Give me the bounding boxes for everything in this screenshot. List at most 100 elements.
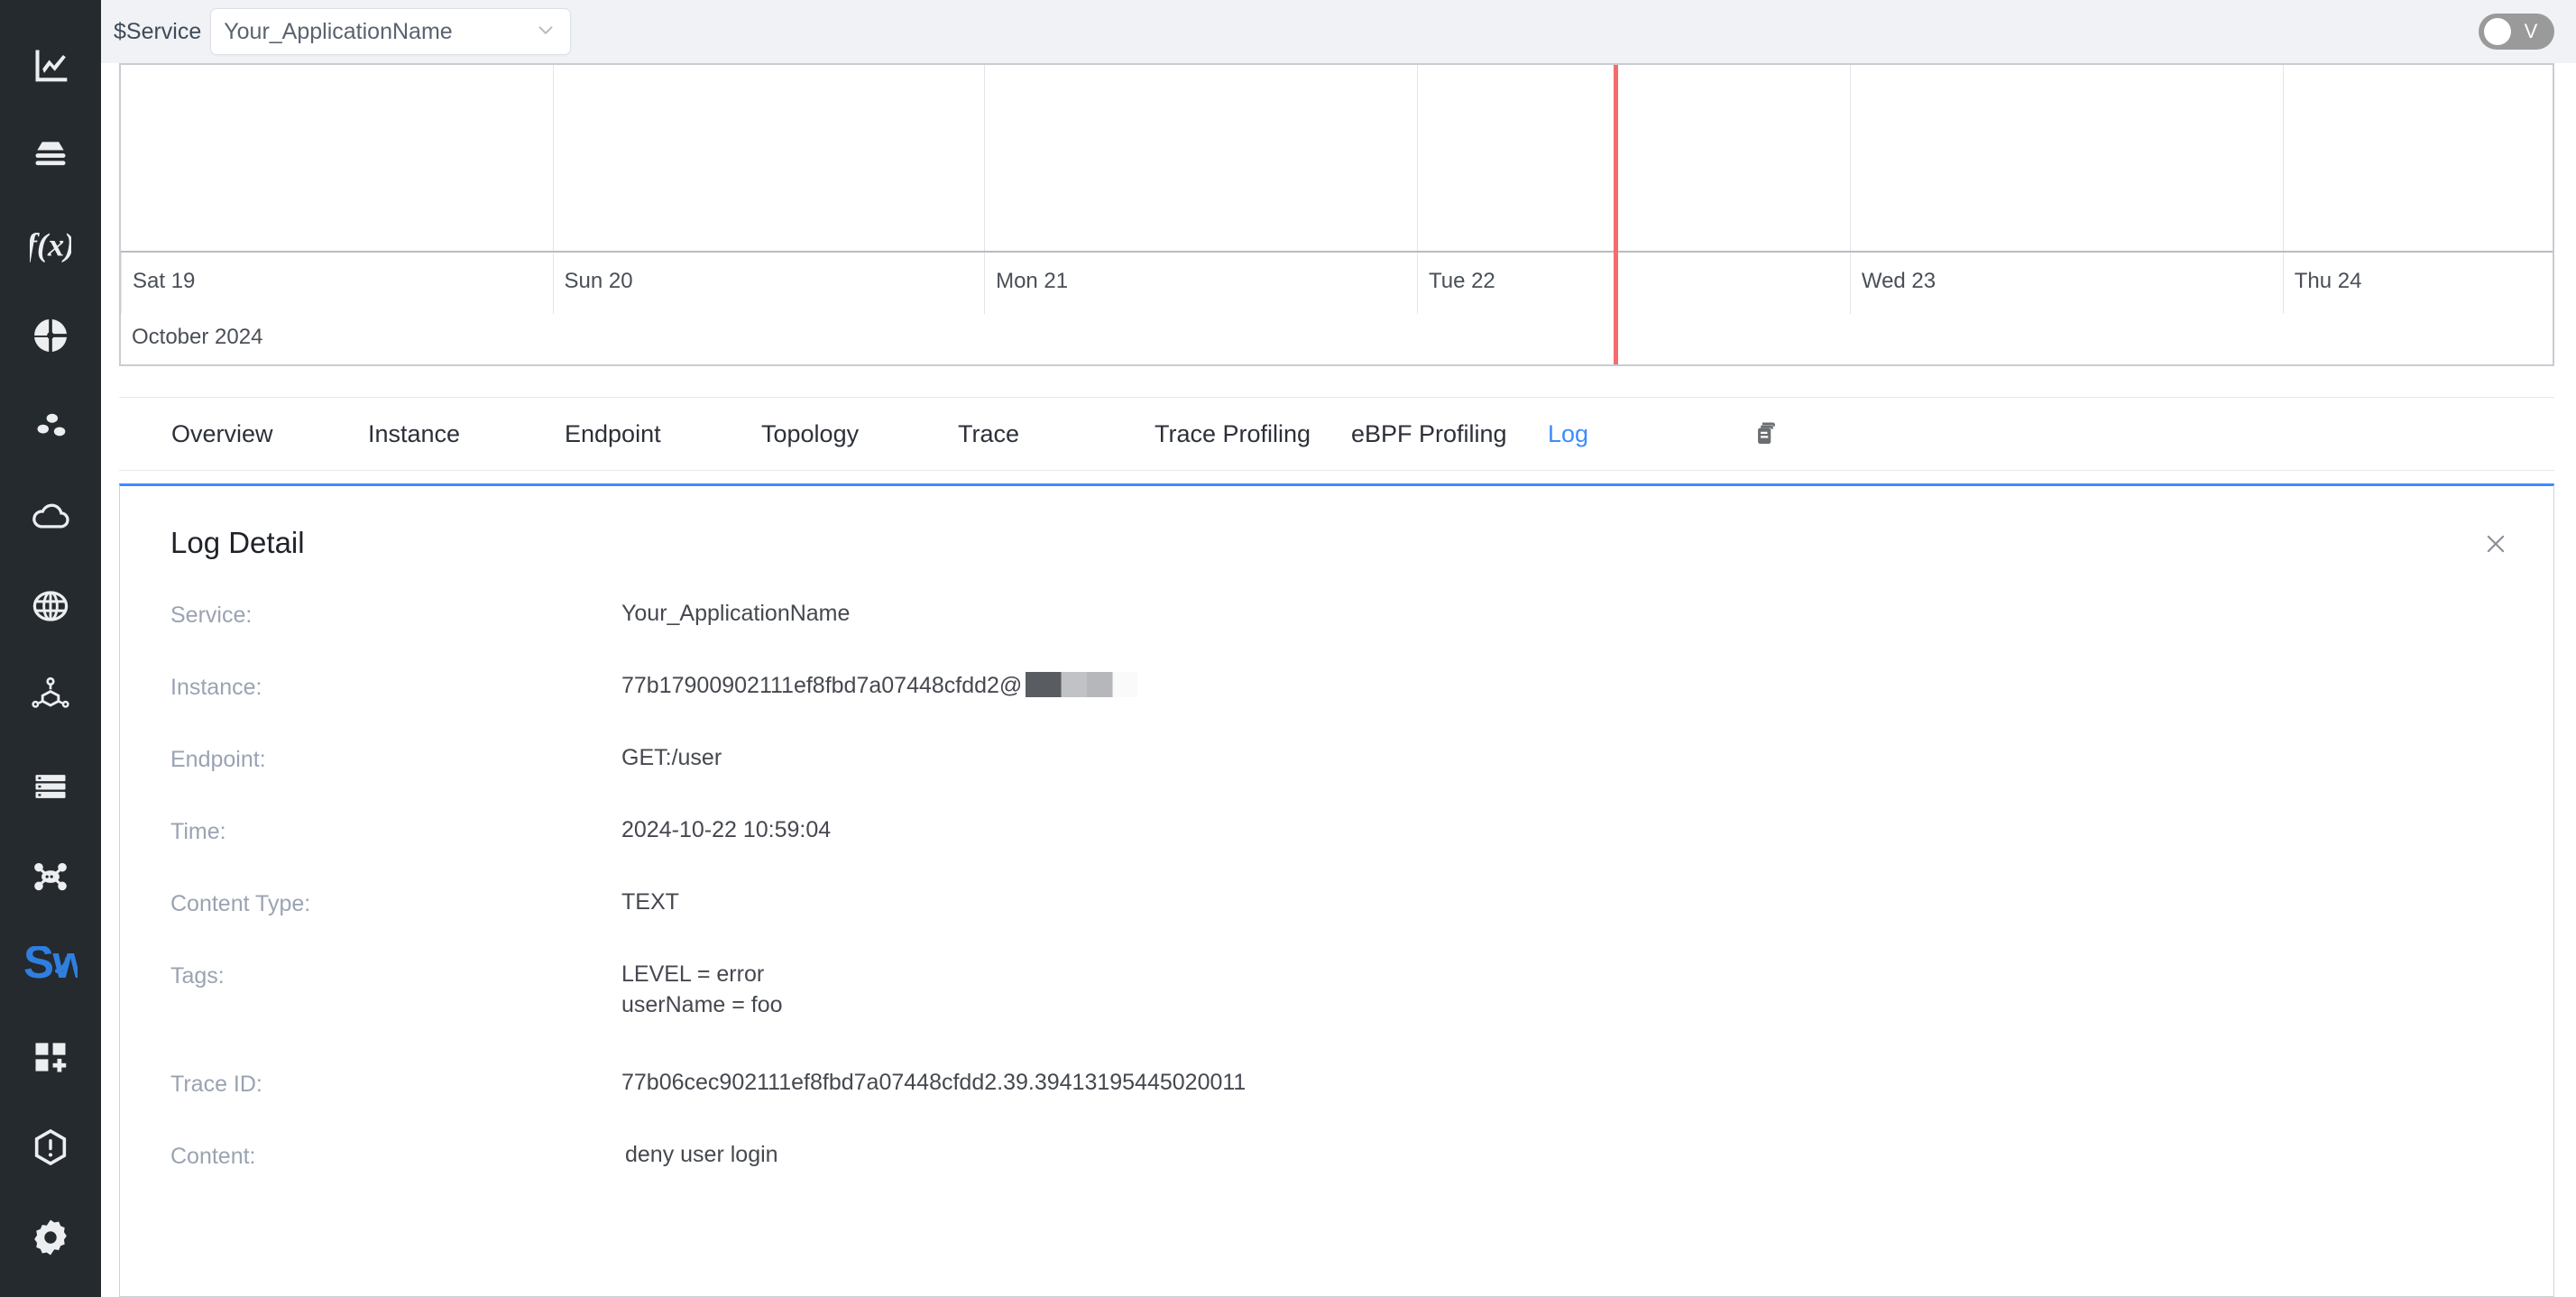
sidebar-item-alarm[interactable] (0, 1102, 101, 1192)
timeline-tick: Mon 21 (984, 253, 1068, 314)
field-value: deny user login (621, 1139, 2503, 1170)
table-row: Content Type:TEXT (170, 887, 2503, 959)
sidebar-item-database[interactable] (0, 110, 101, 200)
tab-ebpf-profiling[interactable]: eBPF Profiling (1351, 420, 1548, 448)
top-filter-bar: $Service Your_ApplicationName V (101, 0, 2576, 63)
field-label: Content: (170, 1139, 621, 1172)
table-row: Tags:LEVEL = erroruserName = foo (170, 959, 2503, 1067)
database-icon (31, 135, 70, 175)
table-row: Endpoint:GET:/user (170, 742, 2503, 814)
cloud-icon (30, 495, 71, 537)
field-value-line: LEVEL = error (621, 959, 2503, 989)
tab-overview[interactable]: Overview (171, 420, 368, 448)
tab-instance[interactable]: Instance (368, 420, 565, 448)
tab-trace-profiling[interactable]: Trace Profiling (1155, 420, 1351, 448)
field-label: Content Type: (170, 887, 621, 919)
function-icon: f(x) (30, 225, 71, 266)
service-select[interactable]: Your_ApplicationName (210, 8, 571, 55)
mesh-icon (30, 856, 71, 897)
service-filter-group: $Service Your_ApplicationName (108, 8, 571, 55)
timeline-tick: Thu 24 (2283, 253, 2362, 314)
redacted-block (1026, 672, 1137, 697)
field-value: TEXT (621, 887, 2503, 917)
settings-gear-icon (30, 1217, 71, 1258)
timeline-month-label: October 2024 (132, 314, 262, 361)
tab-log[interactable]: Log (1548, 420, 1744, 448)
sidebar-item-skywalking-logo[interactable]: Sw (0, 922, 101, 1012)
server-stack-icon (31, 767, 70, 806)
kubernetes-icon (30, 676, 71, 717)
field-label: Instance: (170, 670, 621, 703)
table-row: Instance:77b17900902111ef8fbd7a07448cfdd… (170, 670, 2503, 742)
dashboard-tabs: OverviewInstanceEndpointTopologyTraceTra… (119, 397, 2554, 471)
toggle-label: V (2511, 22, 2549, 41)
log-detail-fields: Service:Your_ApplicationNameInstance:77b… (170, 598, 2503, 1211)
chart-icon (31, 45, 70, 85)
timeline-axis: October 2024 Sat 19 Sun 20 Mon 21 Tue 22 Wed… (121, 253, 2553, 366)
timeline-gridline (984, 65, 985, 251)
timeline-gridline (553, 65, 554, 251)
main-content: $Service Your_ApplicationName V (101, 0, 2576, 1297)
sidebar-item-servers[interactable] (0, 741, 101, 832)
field-value: 77b17900902111ef8fbd7a07448cfdd2@ (621, 670, 2503, 701)
field-value-line: GET:/user (621, 742, 2503, 773)
timeline-plot-area[interactable] (121, 65, 2553, 253)
skywalking-logo-text: Sw (23, 946, 78, 988)
close-icon[interactable] (2478, 526, 2514, 562)
field-value-line: TEXT (621, 887, 2503, 917)
sidebar-item-cloud[interactable] (0, 471, 101, 561)
timeline-chart[interactable]: October 2024 Sat 19 Sun 20 Mon 21 Tue 22 Wed… (119, 63, 2554, 366)
table-row: Time:2024-10-22 10:59:04 (170, 814, 2503, 887)
field-label: Trace ID: (170, 1067, 621, 1099)
sidebar-item-mesh[interactable] (0, 832, 101, 922)
service-filter-label: $Service (108, 19, 210, 45)
timeline-gridline (1417, 65, 1418, 251)
table-row: Service:Your_ApplicationName (170, 598, 2503, 670)
toggle-knob (2484, 18, 2511, 45)
tab-topology[interactable]: Topology (761, 420, 958, 448)
sidebar-item-settings[interactable] (0, 1192, 101, 1283)
tab-endpoint[interactable]: Endpoint (565, 420, 761, 448)
view-mode-toggle[interactable]: V (2479, 14, 2554, 50)
field-label: Endpoint: (170, 742, 621, 775)
field-value: LEVEL = erroruserName = foo (621, 959, 2503, 1020)
table-row: Trace ID:77b06cec902111ef8fbd7a07448cfdd… (170, 1067, 2503, 1139)
field-value: 2024-10-22 10:59:04 (621, 814, 2503, 845)
timeline-gridline (1850, 65, 1851, 251)
log-detail-panel: Log Detail Service:Your_ApplicationNameI… (119, 483, 2554, 1297)
field-label: Tags: (170, 959, 621, 991)
field-value: 77b06cec902111ef8fbd7a07448cfdd2.39.3941… (621, 1067, 2503, 1098)
sidebar-item-function[interactable]: f(x) (0, 200, 101, 290)
field-label: Time: (170, 814, 621, 847)
sidebar: f(x) (0, 0, 101, 1297)
timeline-section: October 2024 Sat 19 Sun 20 Mon 21 Tue 22 Wed… (101, 63, 2576, 366)
field-value: Your_ApplicationName (621, 598, 2503, 629)
timeline-gridline (2283, 65, 2284, 251)
sidebar-item-network[interactable] (0, 561, 101, 651)
field-value-line: userName = foo (621, 989, 2503, 1020)
timeline-gridlines (121, 65, 2553, 251)
sidebar-item-pie-report[interactable] (0, 290, 101, 381)
log-detail-title: Log Detail (170, 526, 2503, 560)
alarm-icon (30, 1127, 71, 1168)
field-value-line: 77b06cec902111ef8fbd7a07448cfdd2.39.3941… (621, 1067, 2503, 1098)
sidebar-item-cluster[interactable] (0, 381, 101, 471)
service-select-value: Your_ApplicationName (224, 19, 527, 45)
tab-trace[interactable]: Trace (958, 420, 1155, 448)
globe-icon (31, 586, 70, 626)
field-value-line: 77b17900902111ef8fbd7a07448cfdd2@ (621, 670, 2503, 701)
timeline-tick: Wed 23 (1850, 253, 1936, 314)
timeline-tick: Sat 19 (121, 253, 195, 314)
copy-documents-icon[interactable] (1752, 419, 1782, 449)
timeline-current-marker (1614, 65, 1618, 364)
sidebar-item-general-service[interactable] (0, 20, 101, 110)
field-value-line: 2024-10-22 10:59:04 (621, 814, 2503, 845)
sidebar-item-add-dashboard[interactable] (0, 1012, 101, 1102)
field-label: Service: (170, 598, 621, 630)
timeline-tick: Tue 22 (1417, 253, 1495, 314)
timeline-tick: Sun 20 (553, 253, 633, 314)
sidebar-item-kubernetes[interactable] (0, 651, 101, 741)
application-root: f(x) (0, 0, 2576, 1297)
field-value-line: deny user login (625, 1139, 2503, 1170)
cluster-dots-icon (31, 406, 70, 446)
